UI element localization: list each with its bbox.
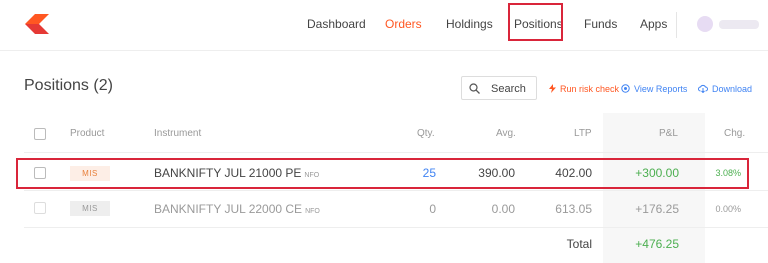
- chg-value: 0.00%: [715, 204, 741, 214]
- qty-value: 0: [429, 202, 436, 216]
- nav-funds[interactable]: Funds: [584, 17, 617, 31]
- target-icon: [621, 84, 630, 93]
- instrument-name: BANKNIFTY JUL 22000 CE NFO: [154, 202, 320, 216]
- search-placeholder: Search: [491, 83, 526, 95]
- col-product[interactable]: Product: [70, 128, 104, 139]
- select-all-checkbox[interactable]: [34, 128, 46, 140]
- page-title: Positions (2): [24, 77, 113, 94]
- view-reports-label: View Reports: [634, 84, 688, 94]
- row-divider: [24, 227, 768, 228]
- col-qty[interactable]: Qty.: [417, 128, 435, 139]
- run-risk-check-label: Run risk check: [560, 84, 620, 94]
- col-avg[interactable]: Avg.: [496, 128, 516, 139]
- kite-logo[interactable]: [25, 14, 49, 34]
- col-instrument[interactable]: Instrument: [154, 128, 201, 139]
- product-badge: MIS: [70, 201, 110, 216]
- total-label: Total: [566, 237, 592, 251]
- col-pnl[interactable]: P&L: [659, 128, 678, 139]
- pnl-value: +176.25: [635, 202, 679, 216]
- run-risk-check-link[interactable]: Run risk check: [549, 84, 619, 94]
- row-divider: [24, 190, 768, 191]
- avg-value: 0.00: [491, 202, 515, 216]
- nav-apps[interactable]: Apps: [640, 17, 667, 31]
- total-pnl-value: +476.25: [635, 237, 679, 251]
- bolt-icon: [549, 84, 556, 93]
- nav-dashboard[interactable]: Dashboard: [307, 17, 366, 31]
- col-ltp[interactable]: LTP: [574, 128, 592, 139]
- exchange-tag: NFO: [305, 208, 320, 215]
- top-navbar: Dashboard Orders Holdings Positions Fund…: [0, 0, 768, 51]
- nav-orders[interactable]: Orders: [385, 17, 422, 31]
- col-chg[interactable]: Chg.: [724, 128, 745, 139]
- row-highlight-box: [16, 158, 749, 189]
- cloud-download-icon: [698, 84, 708, 94]
- download-link[interactable]: Download: [698, 84, 752, 94]
- positions-panel: Positions (2) Search Run risk check View…: [0, 51, 768, 263]
- view-reports-link[interactable]: View Reports: [621, 84, 687, 94]
- search-input[interactable]: Search: [461, 76, 537, 100]
- nav-holdings[interactable]: Holdings: [446, 17, 493, 31]
- ltp-value: 613.05: [555, 202, 592, 216]
- nav-divider: [676, 12, 677, 38]
- search-icon: [469, 83, 480, 94]
- row-checkbox[interactable]: [34, 202, 46, 214]
- username-blurred[interactable]: [719, 20, 759, 29]
- positions-highlight-box: [508, 3, 563, 41]
- download-label: Download: [712, 84, 753, 94]
- avatar[interactable]: [697, 16, 713, 32]
- header-divider: [24, 152, 768, 153]
